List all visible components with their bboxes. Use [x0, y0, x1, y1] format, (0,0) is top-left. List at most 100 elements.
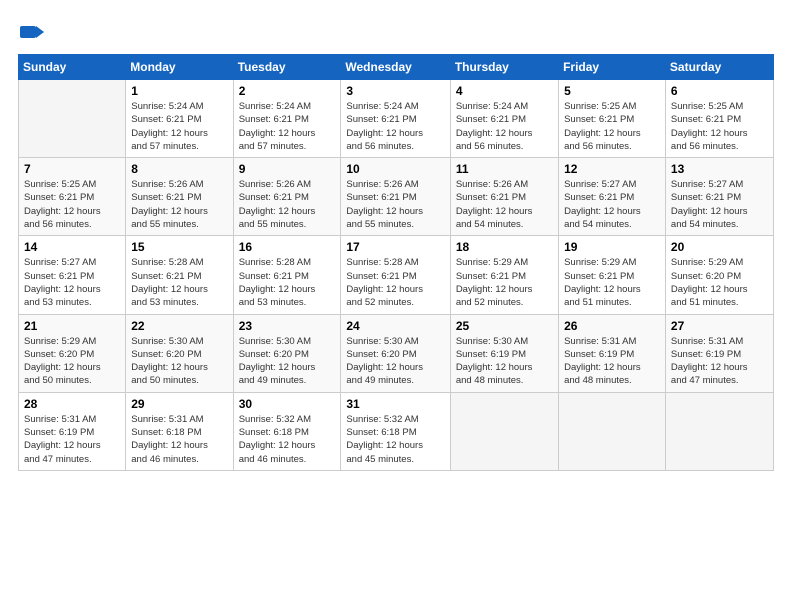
- day-cell: 13 Sunrise: 5:27 AMSunset: 6:21 PMDayligh…: [665, 158, 773, 236]
- day-info: Sunrise: 5:25 AMSunset: 6:21 PMDaylight:…: [24, 178, 120, 231]
- day-cell: 22 Sunrise: 5:30 AMSunset: 6:20 PMDayligh…: [126, 314, 233, 392]
- day-cell: 11 Sunrise: 5:26 AMSunset: 6:21 PMDayligh…: [450, 158, 558, 236]
- day-number: 30: [239, 397, 336, 411]
- day-number: 27: [671, 319, 768, 333]
- week-row-2: 7Sunrise: 5:25 AMSunset: 6:21 PMDaylight…: [19, 158, 774, 236]
- day-info: Sunrise: 5:25 AMSunset: 6:21 PMDaylight:…: [671, 100, 768, 153]
- day-cell: 12 Sunrise: 5:27 AMSunset: 6:21 PMDayligh…: [559, 158, 666, 236]
- day-number: 24: [346, 319, 444, 333]
- day-cell: 14 Sunrise: 5:27 AMSunset: 6:21 PMDayligh…: [19, 236, 126, 314]
- day-info: Sunrise: 5:29 AMSunset: 6:21 PMDaylight:…: [564, 256, 660, 309]
- day-number: 10: [346, 162, 444, 176]
- col-header-friday: Friday: [559, 55, 666, 80]
- day-number: 1: [131, 84, 227, 98]
- day-number: 16: [239, 240, 336, 254]
- day-cell: 4Sunrise: 5:24 AMSunset: 6:21 PMDaylight…: [450, 80, 558, 158]
- day-cell: [665, 392, 773, 470]
- day-info: Sunrise: 5:24 AMSunset: 6:21 PMDaylight:…: [131, 100, 227, 153]
- day-info: Sunrise: 5:30 AMSunset: 6:20 PMDaylight:…: [239, 335, 336, 388]
- day-number: 2: [239, 84, 336, 98]
- day-info: Sunrise: 5:29 AMSunset: 6:20 PMDaylight:…: [24, 335, 120, 388]
- day-number: 13: [671, 162, 768, 176]
- day-cell: 2 Sunrise: 5:24 AMSunset: 6:21 PMDaylight…: [233, 80, 341, 158]
- day-info: Sunrise: 5:28 AMSunset: 6:21 PMDaylight:…: [239, 256, 336, 309]
- day-info: Sunrise: 5:30 AMSunset: 6:20 PMDaylight:…: [131, 335, 227, 388]
- day-info: Sunrise: 5:26 AMSunset: 6:21 PMDaylight:…: [456, 178, 553, 231]
- day-info: Sunrise: 5:30 AMSunset: 6:19 PMDaylight:…: [456, 335, 553, 388]
- day-cell: 5Sunrise: 5:25 AMSunset: 6:21 PMDaylight…: [559, 80, 666, 158]
- day-cell: [19, 80, 126, 158]
- day-number: 3: [346, 84, 444, 98]
- day-info: Sunrise: 5:30 AMSunset: 6:20 PMDaylight:…: [346, 335, 444, 388]
- day-info: Sunrise: 5:27 AMSunset: 6:21 PMDaylight:…: [24, 256, 120, 309]
- day-cell: 31 Sunrise: 5:32 AMSunset: 6:18 PMDayligh…: [341, 392, 450, 470]
- day-cell: 6 Sunrise: 5:25 AMSunset: 6:21 PMDaylight…: [665, 80, 773, 158]
- col-header-thursday: Thursday: [450, 55, 558, 80]
- day-number: 11: [456, 162, 553, 176]
- day-number: 15: [131, 240, 227, 254]
- day-cell: 28 Sunrise: 5:31 AMSunset: 6:19 PMDayligh…: [19, 392, 126, 470]
- day-number: 21: [24, 319, 120, 333]
- week-row-5: 28 Sunrise: 5:31 AMSunset: 6:19 PMDayligh…: [19, 392, 774, 470]
- day-info: Sunrise: 5:28 AMSunset: 6:21 PMDaylight:…: [346, 256, 444, 309]
- header-row: SundayMondayTuesdayWednesdayThursdayFrid…: [19, 55, 774, 80]
- day-number: 6: [671, 84, 768, 98]
- day-cell: 15 Sunrise: 5:28 AMSunset: 6:21 PMDayligh…: [126, 236, 233, 314]
- day-number: 18: [456, 240, 553, 254]
- day-cell: 23 Sunrise: 5:30 AMSunset: 6:20 PMDayligh…: [233, 314, 341, 392]
- week-row-4: 21 Sunrise: 5:29 AMSunset: 6:20 PMDayligh…: [19, 314, 774, 392]
- day-cell: 25 Sunrise: 5:30 AMSunset: 6:19 PMDayligh…: [450, 314, 558, 392]
- day-info: Sunrise: 5:29 AMSunset: 6:21 PMDaylight:…: [456, 256, 553, 309]
- day-info: Sunrise: 5:27 AMSunset: 6:21 PMDaylight:…: [564, 178, 660, 231]
- day-cell: 16 Sunrise: 5:28 AMSunset: 6:21 PMDayligh…: [233, 236, 341, 314]
- day-info: Sunrise: 5:26 AMSunset: 6:21 PMDaylight:…: [346, 178, 444, 231]
- day-number: 29: [131, 397, 227, 411]
- day-info: Sunrise: 5:27 AMSunset: 6:21 PMDaylight:…: [671, 178, 768, 231]
- logo-icon: [18, 18, 46, 46]
- logo: [18, 18, 49, 46]
- week-row-1: 1 Sunrise: 5:24 AMSunset: 6:21 PMDaylight…: [19, 80, 774, 158]
- day-cell: 1 Sunrise: 5:24 AMSunset: 6:21 PMDaylight…: [126, 80, 233, 158]
- day-cell: [450, 392, 558, 470]
- day-info: Sunrise: 5:31 AMSunset: 6:19 PMDaylight:…: [24, 413, 120, 466]
- day-number: 8: [131, 162, 227, 176]
- day-cell: 8 Sunrise: 5:26 AMSunset: 6:21 PMDaylight…: [126, 158, 233, 236]
- day-number: 19: [564, 240, 660, 254]
- day-cell: 19 Sunrise: 5:29 AMSunset: 6:21 PMDayligh…: [559, 236, 666, 314]
- day-info: Sunrise: 5:28 AMSunset: 6:21 PMDaylight:…: [131, 256, 227, 309]
- day-number: 5: [564, 84, 660, 98]
- day-info: Sunrise: 5:24 AMSunset: 6:21 PMDaylight:…: [456, 100, 553, 153]
- day-info: Sunrise: 5:32 AMSunset: 6:18 PMDaylight:…: [239, 413, 336, 466]
- day-number: 14: [24, 240, 120, 254]
- day-number: 31: [346, 397, 444, 411]
- day-info: Sunrise: 5:24 AMSunset: 6:21 PMDaylight:…: [239, 100, 336, 153]
- day-info: Sunrise: 5:32 AMSunset: 6:18 PMDaylight:…: [346, 413, 444, 466]
- week-row-3: 14 Sunrise: 5:27 AMSunset: 6:21 PMDayligh…: [19, 236, 774, 314]
- day-number: 9: [239, 162, 336, 176]
- day-cell: 29Sunrise: 5:31 AMSunset: 6:18 PMDayligh…: [126, 392, 233, 470]
- col-header-monday: Monday: [126, 55, 233, 80]
- day-info: Sunrise: 5:26 AMSunset: 6:21 PMDaylight:…: [239, 178, 336, 231]
- day-number: 22: [131, 319, 227, 333]
- day-cell: 20Sunrise: 5:29 AMSunset: 6:20 PMDayligh…: [665, 236, 773, 314]
- day-number: 23: [239, 319, 336, 333]
- day-cell: 9 Sunrise: 5:26 AMSunset: 6:21 PMDaylight…: [233, 158, 341, 236]
- day-number: 12: [564, 162, 660, 176]
- day-cell: 26 Sunrise: 5:31 AMSunset: 6:19 PMDayligh…: [559, 314, 666, 392]
- day-info: Sunrise: 5:31 AMSunset: 6:19 PMDaylight:…: [564, 335, 660, 388]
- day-cell: 3Sunrise: 5:24 AMSunset: 6:21 PMDaylight…: [341, 80, 450, 158]
- day-number: 20: [671, 240, 768, 254]
- day-cell: 17 Sunrise: 5:28 AMSunset: 6:21 PMDayligh…: [341, 236, 450, 314]
- day-cell: 24 Sunrise: 5:30 AMSunset: 6:20 PMDayligh…: [341, 314, 450, 392]
- day-cell: 27Sunrise: 5:31 AMSunset: 6:19 PMDayligh…: [665, 314, 773, 392]
- day-number: 26: [564, 319, 660, 333]
- day-number: 17: [346, 240, 444, 254]
- day-cell: 21 Sunrise: 5:29 AMSunset: 6:20 PMDayligh…: [19, 314, 126, 392]
- day-cell: [559, 392, 666, 470]
- day-number: 28: [24, 397, 120, 411]
- day-cell: 18 Sunrise: 5:29 AMSunset: 6:21 PMDayligh…: [450, 236, 558, 314]
- col-header-tuesday: Tuesday: [233, 55, 341, 80]
- day-number: 25: [456, 319, 553, 333]
- col-header-wednesday: Wednesday: [341, 55, 450, 80]
- day-info: Sunrise: 5:26 AMSunset: 6:21 PMDaylight:…: [131, 178, 227, 231]
